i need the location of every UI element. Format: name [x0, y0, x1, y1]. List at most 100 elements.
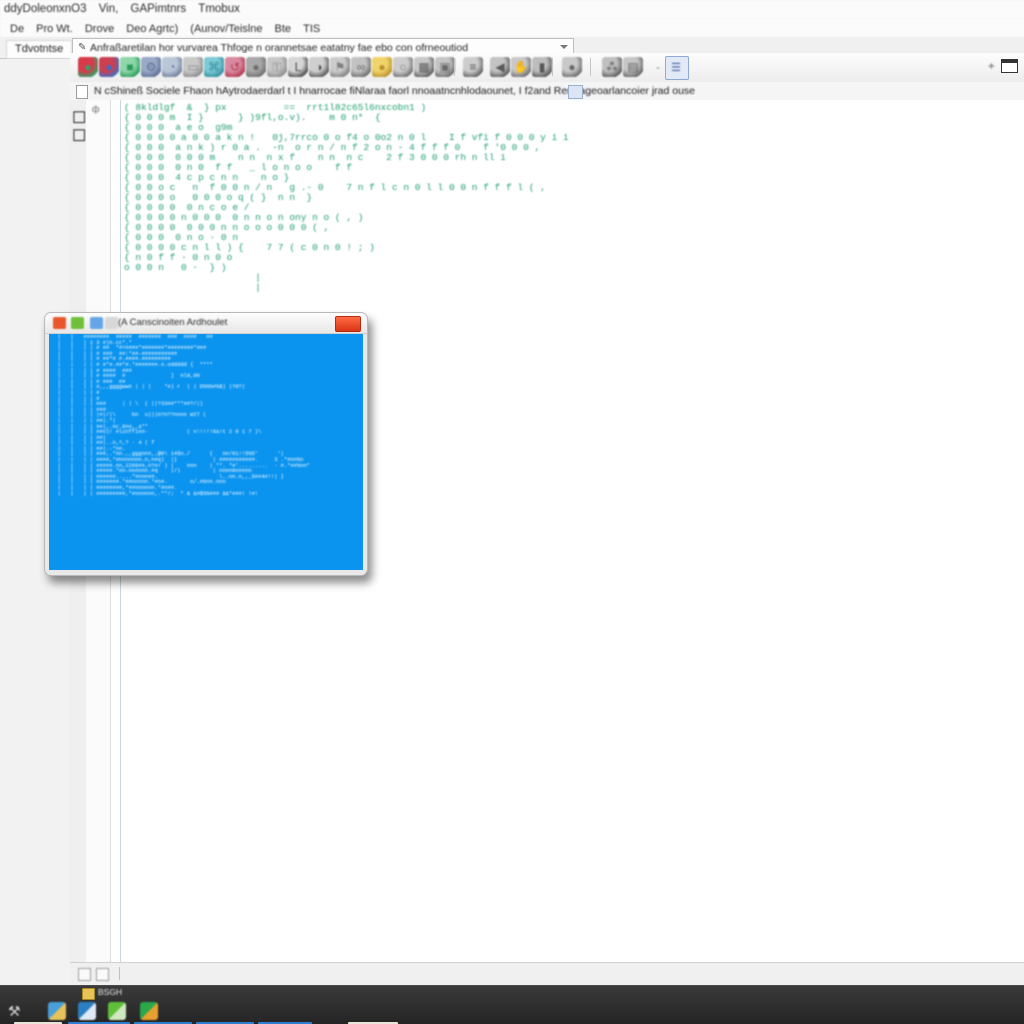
vlc-orange-icon[interactable]	[53, 317, 66, 329]
console-window[interactable]: (A Canscinoiten Ardhoulet | | ######## #…	[44, 312, 368, 576]
hand-icon[interactable]: ✋	[511, 57, 531, 77]
main-toolbar[interactable]: ● ● ■ ⚙ ◔ ▭ ⌘ ↺ ● ⚿ L ◑ ⚑ ∞ ● ○ ▦ ▣ ≡ ◀ ✋ ▮ ● ⁂ ▤ - ☰ ✦	[70, 53, 1024, 83]
document-tab-bar[interactable]: N cShineß Sociele Fhaon hAytrodaerdarl t…	[70, 82, 1024, 101]
grid-table-icon[interactable]: ▦	[414, 57, 434, 77]
printer-icon-glyph: ▤	[627, 60, 639, 74]
toolbar-selected-tool[interactable]: ☰	[665, 56, 689, 80]
undo-red-icon-glyph: ↺	[229, 60, 241, 74]
screen: ddyDoleonxnO3 Vin, GAPimtnrs Tmobux De P…	[0, 0, 1024, 1024]
brush-icon[interactable]: ⁂	[602, 57, 622, 77]
balloon-gray-icon-glyph: ●	[252, 60, 260, 74]
gear-blue-icon-glyph: ⚙	[145, 60, 157, 74]
menu-item-0[interactable]: De	[8, 19, 31, 37]
file-green-icon[interactable]	[71, 317, 84, 329]
script-icon[interactable]	[105, 317, 118, 329]
pencil-icon: ✎	[78, 42, 87, 53]
camera-icon[interactable]: ▣	[435, 57, 455, 77]
menu-item-3[interactable]: Deo Agrtc)	[124, 19, 185, 37]
start-tools-icon[interactable]: ⚒	[8, 1002, 21, 1020]
pin-icon[interactable]: ⚑	[330, 57, 350, 77]
page-blue-icon[interactable]	[90, 317, 103, 329]
browser-icon[interactable]	[140, 1002, 158, 1020]
code-line: { 0 0 0 0 c n l l ) { 7 7 ( c 0 n 0 ! ; …	[124, 242, 375, 253]
gear-blue-icon[interactable]: ⚙	[141, 57, 161, 77]
network-tool-icon: ☰	[671, 61, 681, 74]
close-window-button[interactable]	[335, 316, 361, 332]
align-icon-glyph: ≡	[469, 60, 477, 74]
chevron-down-icon[interactable]	[560, 45, 568, 49]
wand-icon[interactable]: ✦	[987, 60, 996, 73]
bug-teal-icon-glyph: ⌘	[208, 60, 220, 74]
bug-teal-icon[interactable]: ⌘	[204, 57, 224, 77]
globe-red-icon[interactable]: ●	[78, 57, 98, 77]
lock-icon[interactable]: ⚿	[267, 57, 287, 77]
notepad-icon[interactable]	[78, 1002, 96, 1020]
code-line: { 0 0 0 m I } } )9fl,o.v). m 0 n* {	[124, 112, 381, 123]
console-output-text: | | ######## ##### ####### ### #### ## |…	[51, 334, 309, 497]
server-explorer-icon[interactable]: ☐	[72, 126, 86, 145]
menu-item-4[interactable]: (Aunov/Teislne	[188, 19, 269, 37]
tab-toolbox[interactable]: Tdvotntse	[6, 40, 73, 58]
status-separator	[119, 967, 120, 980]
toolbar-separator-1	[552, 58, 553, 76]
console-title-text: (A Canscinoiten Ardhoulet	[118, 317, 228, 328]
globe-small-icon-glyph: ○	[399, 60, 407, 74]
app-title-word-3: Tmobux	[198, 3, 240, 15]
folder-label: BSGH	[98, 987, 123, 997]
grid-view-icon[interactable]	[96, 968, 109, 981]
contrast-circle-icon-glyph: ◑	[315, 60, 323, 74]
speaker-icon-glyph: ◀	[495, 60, 505, 74]
label-L-icon[interactable]: L	[288, 57, 308, 77]
taskbar[interactable]: BSGH ⚒	[0, 985, 1024, 1024]
speaker-icon[interactable]: ◀	[490, 57, 510, 77]
menu-item-5[interactable]: Bte	[273, 19, 299, 37]
file-explorer-icon[interactable]	[48, 1002, 66, 1020]
console-output-area[interactable]: | | ######## ##### ####### ### #### ## |…	[49, 334, 363, 570]
mouse-icon[interactable]: ●	[562, 57, 582, 77]
battery-icon[interactable]: ▮	[532, 57, 552, 77]
app-title-word-1: Vin,	[98, 3, 119, 15]
menu-bar[interactable]: De Pro Wt. Drove Deo Agrtc) (Aunov/Teisl…	[0, 19, 1024, 37]
link-icon-glyph: ∞	[356, 60, 366, 74]
mouse-icon-glyph: ●	[568, 60, 576, 74]
globe-red-icon-glyph: ●	[84, 60, 92, 74]
document-green-icon[interactable]: ■	[120, 57, 140, 77]
book-icon[interactable]: ▭	[183, 57, 203, 77]
clock-icon[interactable]: ◔	[162, 57, 182, 77]
console-title-bar[interactable]: (A Canscinoiten Ardhoulet	[45, 313, 367, 334]
printer-task-icon[interactable]	[108, 1002, 126, 1020]
toolbar-separator-2	[590, 58, 591, 76]
app-title-word-0: ddyDoleonxnO3	[4, 3, 87, 15]
code-text[interactable]: ( 8kldlgf & } px == rrt1l82c65l6nxcobn1 …	[124, 103, 1014, 293]
file-icon	[76, 85, 88, 99]
hand-icon-glyph: ✋	[513, 60, 529, 74]
globe-blue-icon[interactable]: ●	[99, 57, 119, 77]
label-L-icon-glyph: L	[294, 60, 302, 74]
document-green-icon-glyph: ■	[126, 60, 134, 74]
globe-small-icon[interactable]: ○	[393, 57, 413, 77]
modified-badge	[568, 85, 583, 99]
code-line: |	[124, 282, 261, 293]
coin-yellow-icon[interactable]: ●	[372, 57, 392, 77]
split-view-icon[interactable]	[78, 968, 91, 981]
editor-status-bar	[70, 962, 1024, 986]
menu-item-6[interactable]: TIS	[301, 19, 327, 37]
globe-blue-icon-glyph: ●	[105, 60, 113, 74]
contrast-circle-icon[interactable]: ◑	[309, 57, 329, 77]
document-filename[interactable]: N cShineß Sociele Fhaon hAytrodaerdarl t…	[94, 85, 695, 97]
align-icon[interactable]: ≡	[463, 57, 483, 77]
coin-yellow-icon-glyph: ●	[378, 60, 386, 74]
undo-red-icon[interactable]: ↺	[225, 57, 245, 77]
toolbar-separator-0	[454, 58, 455, 76]
menu-item-1[interactable]: Pro Wt.	[34, 19, 80, 37]
folder-icon[interactable]	[82, 988, 95, 1000]
code-line: { n 0 f f · 0 n 0 o	[124, 252, 233, 263]
menu-item-2[interactable]: Drove	[83, 19, 121, 37]
restore-window-icon[interactable]	[1001, 59, 1018, 73]
toolbox-icon[interactable]: ☐	[72, 108, 86, 127]
link-icon[interactable]: ∞	[351, 57, 371, 77]
book-icon-glyph: ▭	[187, 60, 199, 74]
camera-icon-glyph: ▣	[439, 60, 451, 74]
balloon-gray-icon[interactable]: ●	[246, 57, 266, 77]
printer-icon[interactable]: ▤	[623, 57, 643, 77]
